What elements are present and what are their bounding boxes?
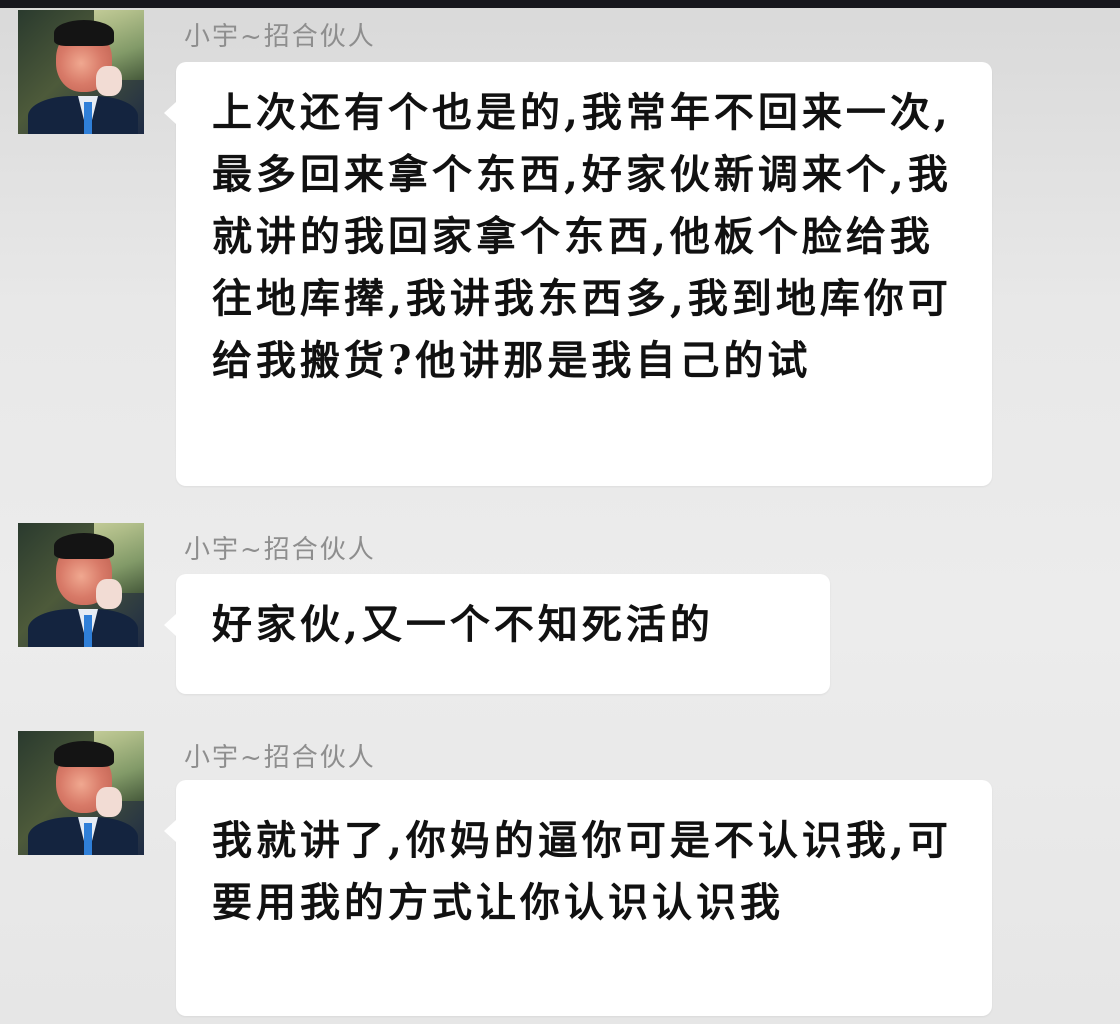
sender-name: 小宇~招合伙人: [184, 535, 376, 565]
message-text: 我就讲了,你妈的逼你可是不认识我,可要用我的方式让你认识认识我: [212, 817, 952, 926]
message-text: 好家伙,又一个不知死活的: [212, 601, 714, 648]
message-bubble[interactable]: 我就讲了,你妈的逼你可是不认识我,可要用我的方式让你认识认识我: [164, 780, 992, 1016]
sender-avatar[interactable]: [18, 523, 144, 647]
message-bubble[interactable]: 上次还有个也是的,我常年不回来一次,最多回来拿个东西,好家伙新调来个,我就讲的我…: [164, 62, 992, 486]
sender-avatar[interactable]: [18, 731, 144, 855]
sender-avatar[interactable]: [18, 10, 144, 134]
message-bubble[interactable]: 好家伙,又一个不知死活的: [164, 574, 830, 694]
sender-name: 小宇~招合伙人: [184, 743, 376, 773]
message-text: 上次还有个也是的,我常年不回来一次,最多回来拿个东西,好家伙新调来个,我就讲的我…: [212, 89, 952, 384]
top-edge-bar: [0, 0, 1120, 8]
sender-name: 小宇~招合伙人: [184, 22, 376, 52]
